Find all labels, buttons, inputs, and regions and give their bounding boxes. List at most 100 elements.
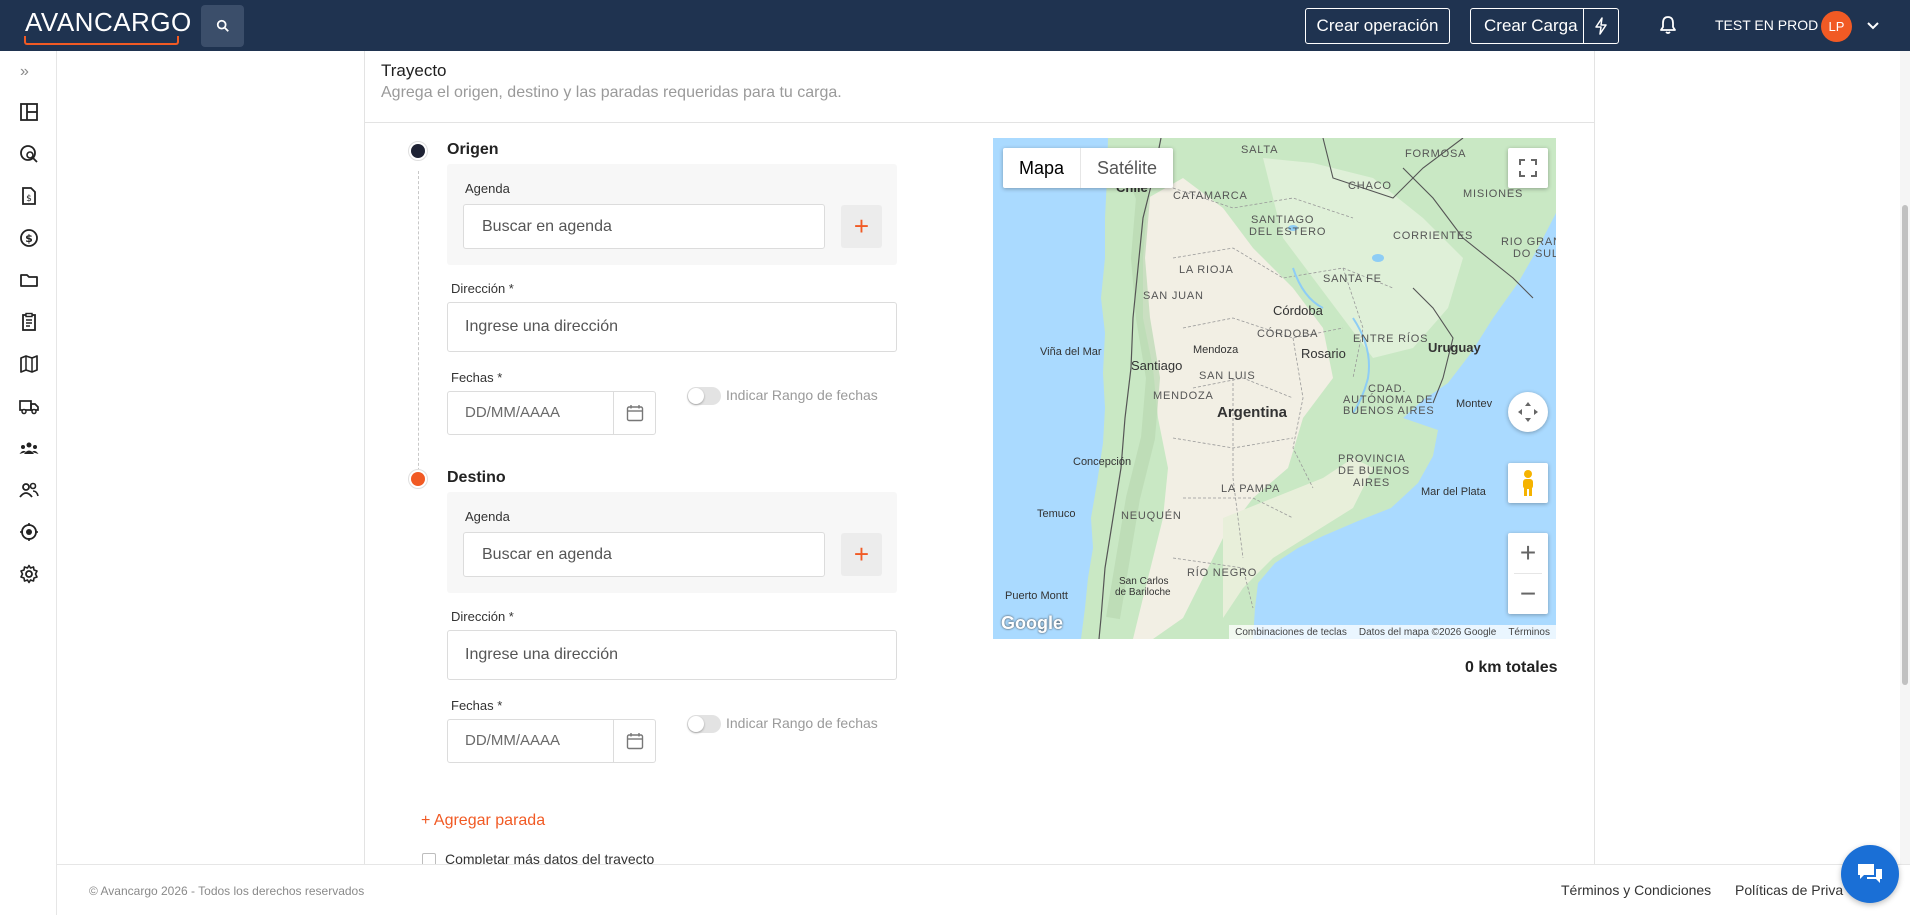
map-label-santiago: SANTIAGO: [1251, 214, 1315, 226]
map-label-salta: SALTA: [1241, 144, 1279, 156]
origin-date-range-label: Indicar Rango de fechas: [726, 387, 878, 403]
destination-agenda-search-input[interactable]: Buscar en agenda: [463, 532, 825, 577]
map-label-mar-del-plata: Mar del Plata: [1421, 486, 1486, 498]
map-label-rosario: Rosario: [1301, 346, 1346, 361]
destination-address-input[interactable]: Ingrese una dirección: [447, 630, 897, 680]
folder-icon[interactable]: [18, 269, 40, 291]
footer-terms-link[interactable]: Términos y Condiciones: [1561, 882, 1711, 898]
map-zoom-control: + −: [1508, 533, 1548, 614]
notifications-bell-icon[interactable]: [1657, 14, 1679, 36]
location-target-icon[interactable]: [18, 521, 40, 543]
page-scrollbar-thumb[interactable]: [1902, 205, 1908, 685]
map-label-de-bariloche: de Bariloche: [1115, 587, 1171, 598]
route-card: Trayecto Agrega el origen, destino y las…: [364, 51, 1595, 867]
calendar-icon[interactable]: [613, 392, 655, 434]
origin-date-input[interactable]: DD/MM/AAAA: [447, 391, 656, 435]
section-subtitle: Agrega el origen, destino y las paradas …: [381, 84, 842, 101]
zoom-out-icon[interactable]: −: [1508, 574, 1548, 614]
search-icon: [216, 19, 229, 32]
map-label-caba-3: BUENOS AIRES: [1343, 405, 1435, 417]
map-icon[interactable]: [18, 353, 40, 375]
section-title: Trayecto: [381, 61, 447, 80]
origin-agenda-add-button[interactable]: +: [841, 205, 882, 248]
create-load-button[interactable]: Crear Carga: [1470, 8, 1619, 44]
group-icon[interactable]: [18, 437, 40, 459]
user-avatar[interactable]: LP: [1821, 11, 1852, 42]
destination-date-placeholder: DD/MM/AAAA: [465, 732, 561, 749]
origin-agenda-box: Agenda Buscar en agenda +: [447, 164, 897, 265]
map-label-cordoba-prov: CÓRDOBA: [1257, 328, 1319, 340]
sidebar: » $ $: [0, 51, 57, 915]
map-label-temuco: Temuco: [1037, 508, 1076, 520]
map-camera-control-icon[interactable]: [1508, 392, 1548, 432]
route-map[interactable]: SALTA FORMOSA Chile CATAMARCA CHACO MISI…: [993, 138, 1556, 639]
origin-agenda-label: Agenda: [465, 181, 510, 196]
dashboard-icon[interactable]: [18, 101, 40, 123]
street-view-pegman-icon[interactable]: [1508, 463, 1548, 503]
create-operation-button[interactable]: Crear operación: [1305, 8, 1450, 44]
map-label-pba-2: DE BUENOS: [1338, 465, 1410, 477]
destination-date-range-toggle[interactable]: [687, 715, 721, 733]
global-search-button[interactable]: [201, 5, 244, 47]
map-type-map-button[interactable]: Mapa: [1003, 148, 1082, 188]
logo-underline: [24, 36, 179, 45]
plus-icon: +: [853, 211, 870, 241]
plus-icon: +: [853, 539, 870, 569]
map-label-santa-fe: SANTA FE: [1323, 273, 1382, 285]
users-icon[interactable]: [18, 479, 40, 501]
chat-support-button[interactable]: [1841, 845, 1899, 903]
origin-label: Origen: [447, 141, 499, 158]
page-footer: © Avancargo 2026 - Todos los derechos re…: [57, 864, 1910, 915]
map-label-del-estero: DEL ESTERO: [1249, 226, 1327, 238]
chevron-down-icon[interactable]: [1866, 19, 1880, 33]
avancargo-logo[interactable]: AVANCARGO: [24, 7, 192, 45]
map-label-cordoba-city: Córdoba: [1273, 303, 1323, 318]
google-logo: Google: [1001, 613, 1063, 633]
origin-date-placeholder: DD/MM/AAAA: [465, 404, 561, 421]
map-label-uruguay: Uruguay: [1428, 340, 1481, 355]
sidebar-expand-icon[interactable]: »: [20, 63, 29, 81]
map-label-do-sul: DO SUL: [1513, 248, 1556, 260]
map-label-la-rioja: LA RIOJA: [1179, 264, 1234, 276]
map-keyboard-shortcuts-link[interactable]: Combinaciones de teclas: [1235, 627, 1347, 638]
map-label-corrientes: CORRIENTES: [1393, 230, 1474, 242]
map-label-chaco: CHACO: [1348, 180, 1392, 192]
map-label-misiones: MISIONES: [1463, 188, 1524, 200]
map-label-san-carlos: San Carlos: [1119, 576, 1169, 587]
footer-privacy-link[interactable]: Políticas de Priva: [1735, 882, 1843, 898]
footer-copyright: © Avancargo 2026 - Todos los derechos re…: [89, 884, 365, 898]
map-label-mendoza-city: Mendoza: [1193, 344, 1239, 356]
invoice-icon[interactable]: $: [18, 185, 40, 207]
map-terms-link[interactable]: Términos: [1508, 627, 1550, 638]
fullscreen-icon[interactable]: [1508, 148, 1548, 188]
logo-text: AVANCARGO: [25, 7, 192, 37]
map-label-santiago-city: Santiago: [1131, 358, 1183, 373]
add-stop-link[interactable]: + Agregar parada: [421, 812, 545, 830]
origin-address-input[interactable]: Ingrese una dirección: [447, 302, 897, 352]
settings-icon[interactable]: [18, 563, 40, 585]
origin-date-range-toggle[interactable]: [687, 387, 721, 405]
destination-agenda-add-button[interactable]: +: [841, 533, 882, 576]
map-label-rio-grande: RIO GRAND: [1501, 236, 1556, 248]
map-type-satellite-button[interactable]: Satélite: [1081, 148, 1173, 188]
calendar-icon[interactable]: [613, 720, 655, 762]
origin-agenda-search-input[interactable]: Buscar en agenda: [463, 204, 825, 249]
map-label-montevideo: Montev: [1456, 398, 1493, 410]
destination-address-label: Dirección *: [451, 609, 514, 624]
search-location-icon[interactable]: [18, 143, 40, 165]
map-label-entre-rios: ENTRE RÍOS: [1353, 333, 1429, 345]
map-label-catamarca: CATAMARCA: [1173, 190, 1248, 202]
zoom-in-icon[interactable]: +: [1508, 533, 1548, 573]
quick-load-button[interactable]: [1583, 9, 1618, 43]
destination-date-input[interactable]: DD/MM/AAAA: [447, 719, 656, 763]
top-navbar: AVANCARGO Crear operación Crear Carga TE…: [0, 0, 1910, 51]
destination-agenda-label: Agenda: [465, 509, 510, 524]
truck-icon[interactable]: [18, 395, 40, 417]
destination-label: Destino: [447, 469, 506, 486]
map-label-san-luis: SAN LUIS: [1199, 370, 1256, 382]
clipboard-icon[interactable]: [18, 311, 40, 333]
user-name[interactable]: TEST EN PROD: [1715, 17, 1818, 33]
create-load-label: Crear Carga: [1484, 16, 1578, 35]
dollar-icon[interactable]: $: [18, 227, 40, 249]
origin-dates-label: Fechas *: [451, 370, 503, 385]
